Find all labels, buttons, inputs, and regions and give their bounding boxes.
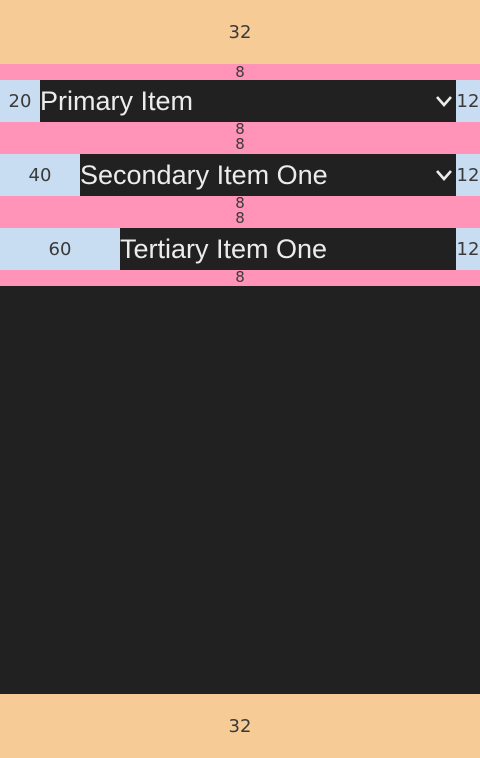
trailing-value: 12 bbox=[456, 164, 480, 186]
trailing-padding: 12 bbox=[456, 228, 480, 270]
list-item-content[interactable]: Tertiary Item One bbox=[120, 228, 456, 270]
indent-value: 60 bbox=[48, 238, 72, 260]
spacer-value: 8 bbox=[235, 268, 245, 286]
trailing-padding: 12 bbox=[456, 154, 480, 196]
bottom-margin-band: 32 bbox=[0, 694, 480, 758]
indent-value: 40 bbox=[28, 164, 52, 186]
list-item-label: Tertiary Item One bbox=[120, 233, 328, 264]
top-margin-value: 32 bbox=[228, 21, 252, 43]
list-item-secondary[interactable]: 40 Secondary Item One 12 bbox=[0, 154, 480, 196]
indent-padding: 20 bbox=[0, 80, 40, 122]
top-margin-band: 32 bbox=[0, 0, 480, 64]
spacer-value: 8 bbox=[235, 135, 245, 153]
list-item-content[interactable]: Secondary Item One bbox=[80, 154, 456, 196]
list-item-tertiary[interactable]: 60 Tertiary Item One 12 bbox=[0, 228, 480, 270]
indent-padding: 40 bbox=[0, 154, 80, 196]
spacer-band: 8 bbox=[0, 64, 480, 80]
indent-padding: 60 bbox=[0, 228, 120, 270]
indent-value: 20 bbox=[8, 90, 32, 112]
trailing-value: 12 bbox=[456, 90, 480, 112]
bottom-margin-value: 32 bbox=[228, 715, 252, 737]
chevron-down-icon[interactable] bbox=[434, 91, 454, 111]
spacer-value: 8 bbox=[235, 63, 245, 81]
spacer-band: 8 8 bbox=[0, 196, 480, 228]
spacer-value: 8 bbox=[235, 209, 245, 227]
list-item-content[interactable]: Primary Item bbox=[40, 80, 456, 122]
list-item-primary[interactable]: 20 Primary Item 12 bbox=[0, 80, 480, 122]
list-item-label: Secondary Item One bbox=[80, 159, 328, 190]
trailing-value: 12 bbox=[456, 238, 480, 260]
spacer-band: 8 bbox=[0, 270, 480, 286]
spacer-band: 8 8 bbox=[0, 122, 480, 154]
list-item-label: Primary Item bbox=[40, 85, 194, 116]
trailing-padding: 12 bbox=[456, 80, 480, 122]
chevron-down-icon[interactable] bbox=[434, 165, 454, 185]
